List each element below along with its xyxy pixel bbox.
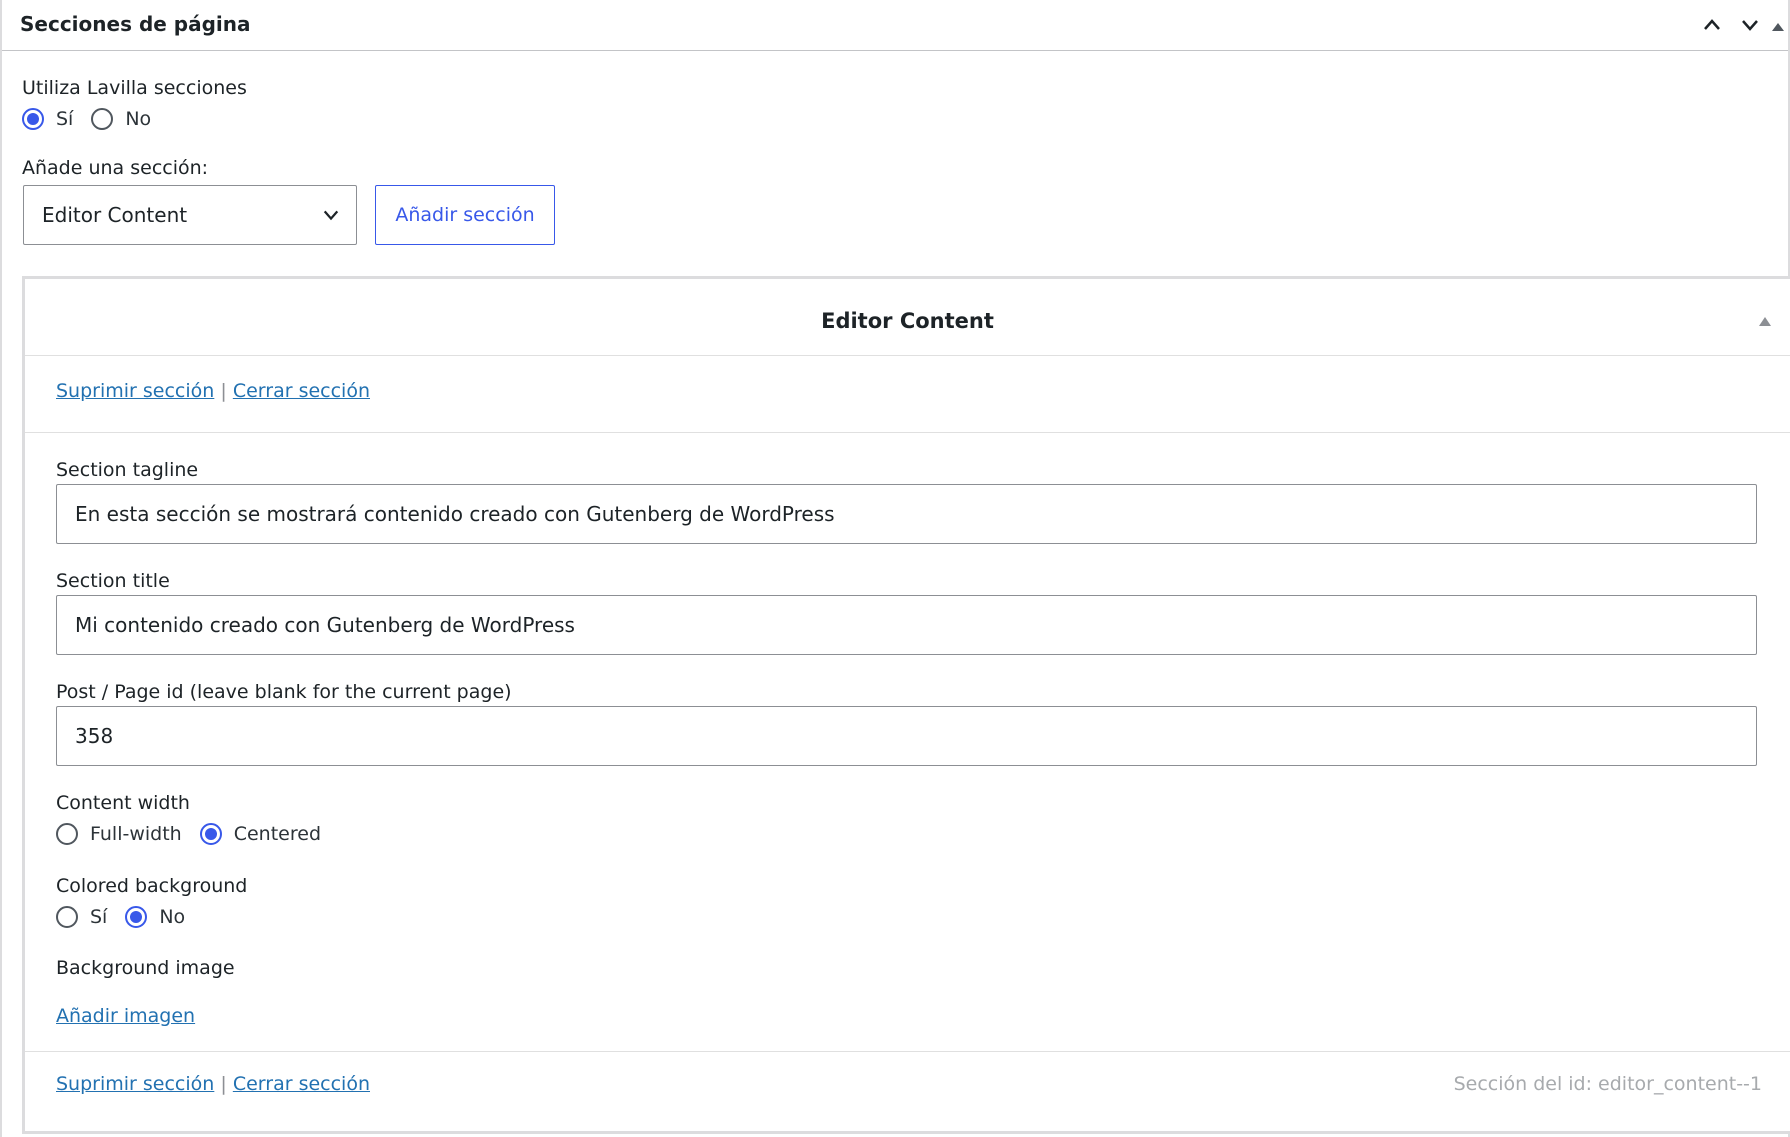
radio-bg-yes-label: Sí [90,906,108,928]
add-section-button[interactable]: Añadir sección [375,185,555,245]
collapse-triangle-icon[interactable] [1758,315,1772,327]
section-type-select-value: Editor Content [42,203,188,227]
section-id-text: Sección del id: editor_content--1 [1453,1073,1762,1095]
chevron-down-icon [1742,20,1758,31]
radio-no-label: No [125,108,152,130]
close-section-link[interactable]: Cerrar sección [233,1073,370,1095]
radio-yes[interactable] [22,108,44,130]
background-image-label: Background image [56,957,235,979]
chevron-down-icon [323,210,339,221]
colored-background-radio-group: Sí No [56,906,203,928]
delete-section-link[interactable]: Suprimir sección [56,380,214,402]
section-editor-content: Editor Content Suprimir sección | Cerrar… [22,276,1790,1134]
radio-no[interactable] [91,108,114,130]
radio-full-width-label: Full-width [90,823,182,845]
move-down-button[interactable] [1735,10,1765,40]
colored-background-label: Colored background [56,875,248,897]
metabox-title: Secciones de página [20,12,251,36]
title-input[interactable]: Mi contenido creado con Gutenberg de Wor… [56,595,1757,655]
tagline-input[interactable]: En esta sección se mostrará contenido cr… [56,484,1757,544]
post-id-label: Post / Page id (leave blank for the curr… [56,681,512,703]
delete-section-link[interactable]: Suprimir sección [56,1073,214,1095]
radio-yes-label: Sí [56,108,74,130]
radio-bg-no-label: No [159,906,186,928]
add-image-link[interactable]: Añadir imagen [56,1005,195,1027]
divider [25,432,1790,433]
title-label: Section title [56,570,170,592]
content-width-label: Content width [56,792,190,814]
section-header[interactable]: Editor Content [25,279,1790,356]
chevron-up-icon [1704,19,1720,30]
section-type-select[interactable]: Editor Content [23,185,357,245]
page-sections-metabox: Secciones de página Utiliza Lavilla secc… [0,0,1790,1137]
section-actions-top: Suprimir sección | Cerrar sección [56,380,370,402]
divider [25,1051,1790,1052]
metabox-header: Secciones de página [2,0,1788,51]
toggle-panel-button[interactable] [1768,10,1788,40]
content-width-radio-group: Full-width Centered [56,823,339,845]
post-id-input[interactable]: 358 [56,706,1757,766]
link-separator: | [220,380,227,402]
radio-bg-yes[interactable] [56,906,78,928]
use-sections-radio-group: Sí No [22,108,169,130]
use-sections-label: Utiliza Lavilla secciones [22,77,247,99]
radio-full-width[interactable] [56,823,78,845]
tagline-label: Section tagline [56,459,199,481]
move-up-button[interactable] [1697,10,1727,40]
triangle-up-icon [1772,23,1784,31]
radio-centered[interactable] [199,823,222,845]
section-actions-bottom: Suprimir sección | Cerrar sección [56,1073,370,1095]
radio-bg-no[interactable] [125,906,148,928]
link-separator: | [220,1073,227,1095]
close-section-link[interactable]: Cerrar sección [233,380,370,402]
add-section-label: Añade una sección: [22,157,209,179]
section-header-title: Editor Content [821,309,994,333]
radio-centered-label: Centered [233,823,321,845]
